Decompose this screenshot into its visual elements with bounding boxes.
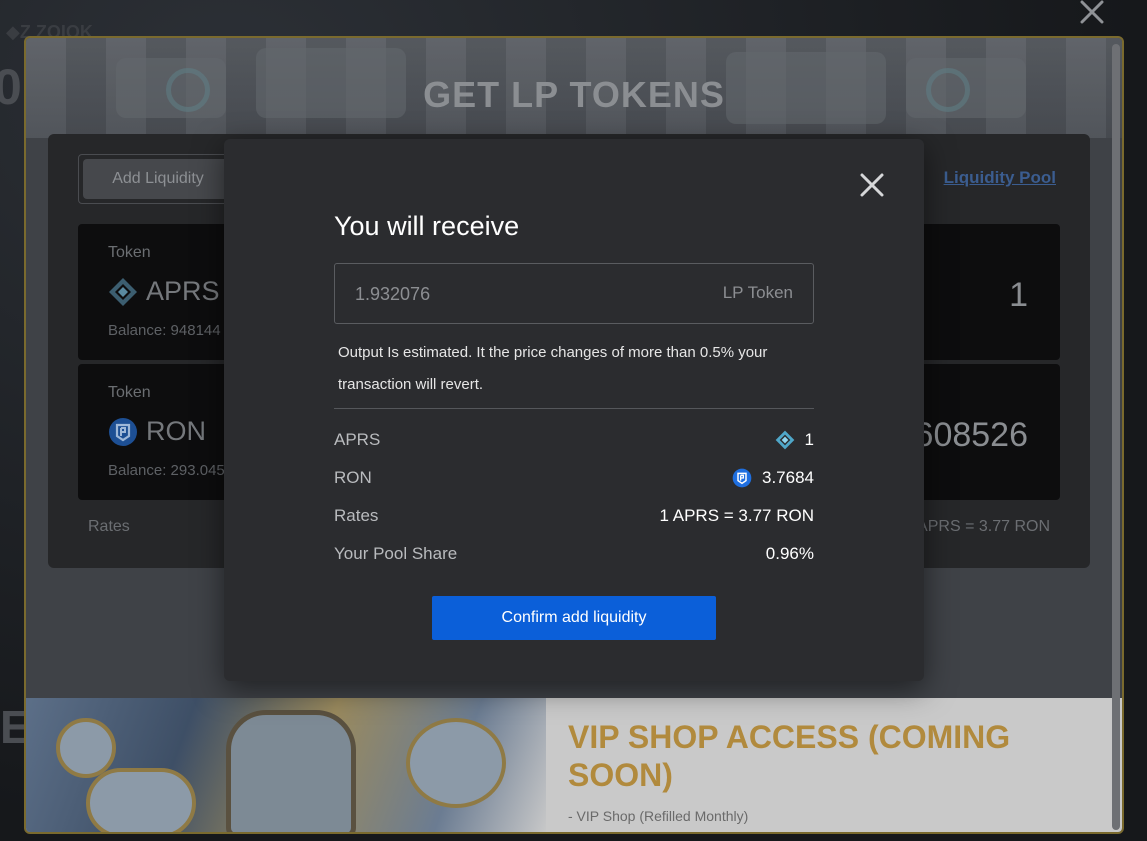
estimate-note: Output Is estimated. It the price change… xyxy=(338,344,768,393)
confirm-dialog: You will receive LP Token Output Is esti… xyxy=(224,139,924,681)
aprs-diamond-icon xyxy=(109,277,137,306)
close-icon[interactable] xyxy=(856,169,888,201)
rates-label: Rates xyxy=(88,518,130,535)
token-symbol-text: RON xyxy=(146,416,206,446)
row-value: 1 APRS = 3.77 RON xyxy=(659,506,815,525)
token-amount[interactable]: 1 xyxy=(1009,276,1028,315)
screen: ◆Z ZOIOK 0 E GET LP TOKENS Add Liquidity… xyxy=(0,0,1147,841)
output-field: LP Token xyxy=(334,263,814,324)
token-symbol-text: APRS xyxy=(146,276,220,306)
aprs-diamond-icon xyxy=(775,430,794,450)
rates-value: 1 APRS = 3.77 RON xyxy=(904,518,1050,535)
promo-artwork xyxy=(26,698,546,832)
modal-title: GET LP TOKENS xyxy=(423,74,725,115)
row-label: APRS xyxy=(334,430,381,449)
tab-add-liquidity[interactable]: Add Liquidity xyxy=(83,159,233,199)
row-value-text: 3.7684 xyxy=(762,468,814,487)
summary-row-rates: Rates 1 APRS = 3.77 RON xyxy=(334,504,814,528)
background-fragment-o: 0 xyxy=(0,59,22,115)
row-label: Your Pool Share xyxy=(334,544,458,563)
token-symbol: APRS xyxy=(108,276,220,307)
ron-shield-icon xyxy=(732,468,752,488)
dialog-title: You will receive xyxy=(334,211,520,241)
row-value: 0.96% xyxy=(765,544,814,563)
summary-row-ron: RON 3.7684 xyxy=(334,466,814,490)
token-label: Token xyxy=(108,244,151,261)
token-symbol: RON xyxy=(108,416,206,447)
ron-shield-icon xyxy=(109,417,137,446)
summary-row-pool-share: Your Pool Share 0.96% xyxy=(334,542,814,566)
output-value[interactable] xyxy=(355,284,655,305)
row-label: Rates xyxy=(334,506,379,525)
confirm-add-liquidity-button[interactable]: Confirm add liquidity xyxy=(432,596,716,640)
liquidity-pool-link[interactable]: Liquidity Pool xyxy=(944,168,1056,188)
close-icon[interactable] xyxy=(1076,0,1108,28)
token-balance: Balance: 293.045 xyxy=(108,462,225,479)
token-balance: Balance: 948144 xyxy=(108,322,221,339)
summary-row-aprs: APRS 1 xyxy=(334,428,814,452)
scrollbar[interactable] xyxy=(1112,44,1120,830)
row-value: 3.7684 xyxy=(732,468,814,488)
vip-promo-banner: VIP SHOP ACCESS (COMING SOON) - VIP Shop… xyxy=(26,698,1122,832)
output-unit: LP Token xyxy=(722,283,793,302)
promo-title: VIP SHOP ACCESS (COMING SOON) xyxy=(568,719,1011,793)
divider xyxy=(334,408,814,409)
row-label: RON xyxy=(334,468,372,487)
token-label: Token xyxy=(108,384,151,401)
row-value-text: 1 xyxy=(804,430,814,449)
row-value: 1 xyxy=(775,430,814,450)
promo-item: - VIP Shop (Refilled Monthly) xyxy=(568,808,749,824)
